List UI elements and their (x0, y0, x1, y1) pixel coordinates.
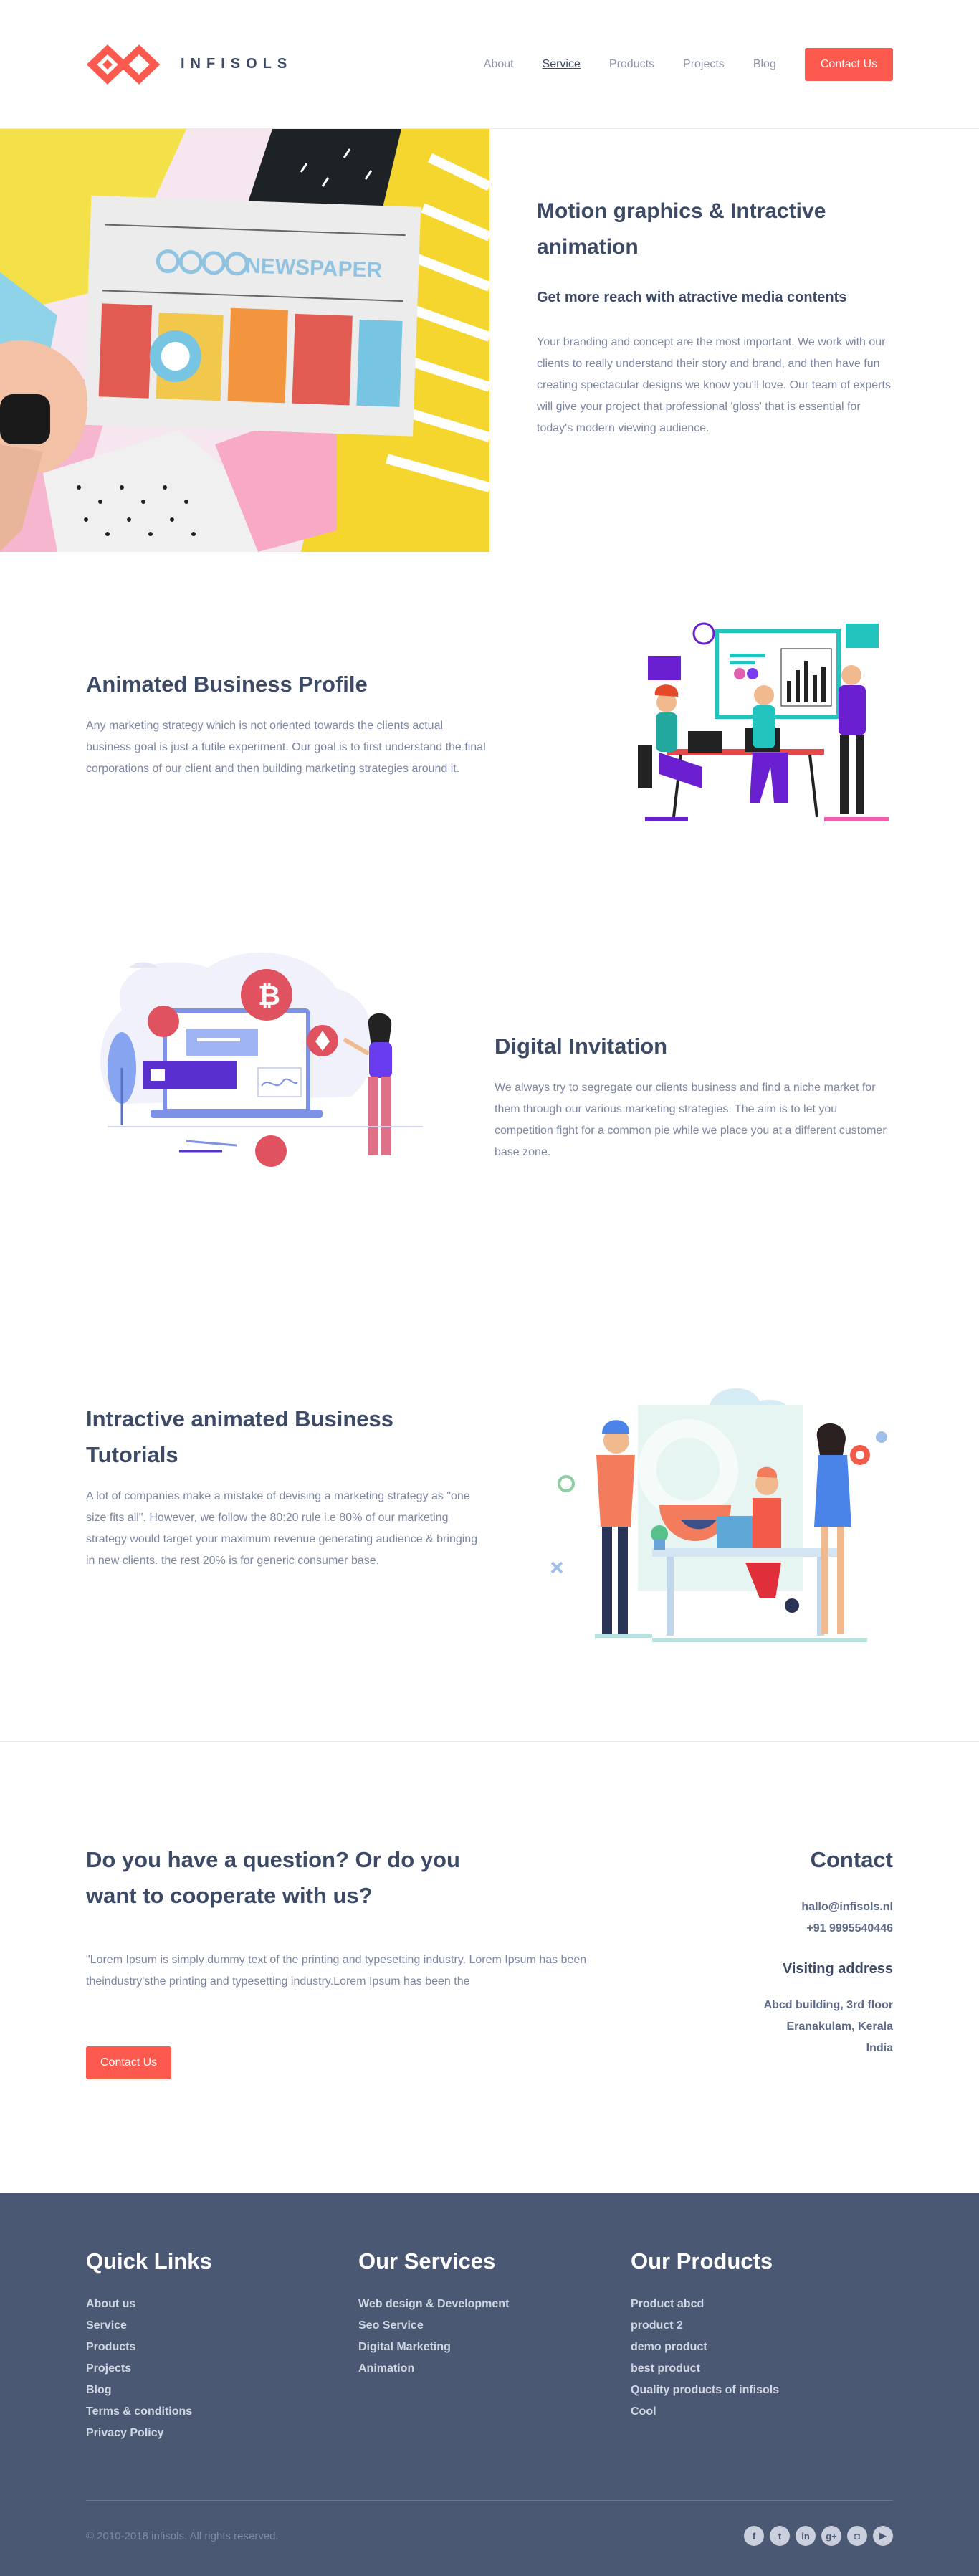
contact-question-title: Do you have a question? Or do you want t… (86, 1847, 460, 1908)
hero-subtitle: Get more reach with atractive media cont… (537, 290, 847, 305)
nav-products[interactable]: Products (609, 58, 654, 71)
contact-section: Do you have a question? Or do you want t… (0, 1742, 979, 2193)
hero-section: NEWSPAPER Motion graphics & Intractive a… (0, 129, 979, 552)
crypto-laptop-illustration: ₿ (100, 952, 423, 1167)
footer-products: Our Products Product abcd product 2 demo… (631, 2243, 874, 2423)
facebook-icon[interactable]: f (744, 2526, 764, 2546)
svg-text:₿: ₿ (258, 981, 280, 1011)
footer-quick-links: Quick Links About us Service Products Pr… (86, 2243, 330, 2444)
main-nav: About Service Products Projects Blog Con… (455, 47, 893, 81)
nav-blog[interactable]: Blog (753, 58, 776, 71)
visiting-address-title: Visiting address (782, 1961, 893, 1977)
office-team-illustration (550, 1388, 887, 1642)
contact-phone[interactable]: +91 9995540446 (606, 1918, 893, 1940)
twitter-icon[interactable]: t (770, 2526, 790, 2546)
hero-title: Motion graphics & Intractive animation (537, 199, 826, 259)
address-line: Eranakulam, Kerala (786, 2021, 893, 2033)
site-header: INFISOLS About Service Products Projects… (0, 0, 979, 129)
feature-animated-business-profile: Animated Business Profile Any marketing … (0, 552, 979, 903)
feature-text-block: Intractive animated Business Tutorials A… (86, 1401, 487, 1572)
hero-description: Your branding and concept are the most i… (537, 336, 891, 434)
footer-column-title: Quick Links (86, 2248, 212, 2274)
feature-description: Any marketing strategy which is not orie… (86, 720, 486, 775)
footer-link-product[interactable]: Product abcd (631, 2294, 874, 2315)
footer-link-product[interactable]: Quality products of infisols (631, 2380, 874, 2401)
youtube-icon[interactable]: ▶ (873, 2526, 893, 2546)
feature-description: We always try to segregate our clients b… (495, 1082, 887, 1158)
contact-us-button-secondary[interactable]: Contact Us (86, 2046, 172, 2079)
footer-link-seo[interactable]: Seo Service (358, 2315, 602, 2337)
hero-text-block: Motion graphics & Intractive animation G… (490, 129, 979, 552)
linkedin-icon[interactable]: in (796, 2526, 816, 2546)
nav-projects[interactable]: Projects (683, 58, 725, 71)
footer-link-projects[interactable]: Projects (86, 2358, 330, 2380)
brand-logo[interactable]: INFISOLS (86, 44, 292, 85)
nav-about[interactable]: About (484, 58, 514, 71)
footer-link-about-us[interactable]: About us (86, 2294, 330, 2315)
footer-column-title: Our Products (631, 2248, 773, 2274)
social-links: f t in g+ ◘ ▶ (744, 2526, 893, 2546)
infinity-logo-icon (86, 44, 161, 85)
footer-link-web-design[interactable]: Web design & Development (358, 2294, 602, 2315)
contact-email[interactable]: hallo@infisols.nl (606, 1897, 893, 1918)
feature-digital-invitation: ₿ Digital Invitation We always try to se… (0, 903, 979, 1297)
google-plus-icon[interactable]: g+ (821, 2526, 841, 2546)
site-footer: Quick Links About us Service Products Pr… (0, 2193, 979, 2576)
copyright-text: © 2010-2018 infisols. All rights reserve… (86, 2530, 279, 2542)
team-meeting-illustration (638, 622, 889, 821)
contact-title: Contact (810, 1847, 893, 1872)
footer-link-terms[interactable]: Terms & conditions (86, 2401, 330, 2423)
instagram-icon[interactable]: ◘ (847, 2526, 867, 2546)
footer-link-service[interactable]: Service (86, 2315, 330, 2337)
feature-title: Intractive animated Business Tutorials (86, 1406, 393, 1467)
contact-details: Contact hallo@infisols.nl +91 9995540446… (606, 1842, 893, 2059)
feature-title: Animated Business Profile (86, 672, 368, 697)
contact-question-description: "Lorem Ipsum is simply dummy text of the… (86, 1954, 587, 1988)
nav-service[interactable]: Service (543, 58, 581, 71)
hero-image-headline: NEWSPAPER (245, 254, 383, 282)
address-line: India (866, 2042, 893, 2054)
footer-link-products[interactable]: Products (86, 2337, 330, 2358)
footer-link-product[interactable]: Cool (631, 2401, 874, 2423)
footer-link-product[interactable]: best product (631, 2358, 874, 2380)
feature-text-block: Animated Business Profile Any marketing … (86, 667, 487, 780)
footer-divider (86, 2500, 893, 2501)
feature-description: A lot of companies make a mistake of dev… (86, 1490, 478, 1567)
footer-services: Our Services Web design & Development Se… (358, 2243, 602, 2380)
footer-link-digital-marketing[interactable]: Digital Marketing (358, 2337, 602, 2358)
address-line: Abcd building, 3rd floor (763, 1999, 893, 2011)
feature-title: Digital Invitation (495, 1034, 668, 1059)
feature-text-block: Digital Invitation We always try to segr… (495, 1029, 896, 1163)
footer-link-animation[interactable]: Animation (358, 2358, 602, 2380)
footer-link-product[interactable]: demo product (631, 2337, 874, 2358)
footer-link-blog[interactable]: Blog (86, 2380, 330, 2401)
footer-link-privacy[interactable]: Privacy Policy (86, 2423, 330, 2444)
brand-name: INFISOLS (181, 56, 293, 72)
footer-column-title: Our Services (358, 2248, 496, 2274)
contact-us-button[interactable]: Contact Us (804, 47, 893, 81)
feature-interactive-tutorials: Intractive animated Business Tutorials A… (0, 1297, 979, 1742)
footer-link-product[interactable]: product 2 (631, 2315, 874, 2337)
hero-newspaper-image: NEWSPAPER (0, 129, 490, 552)
